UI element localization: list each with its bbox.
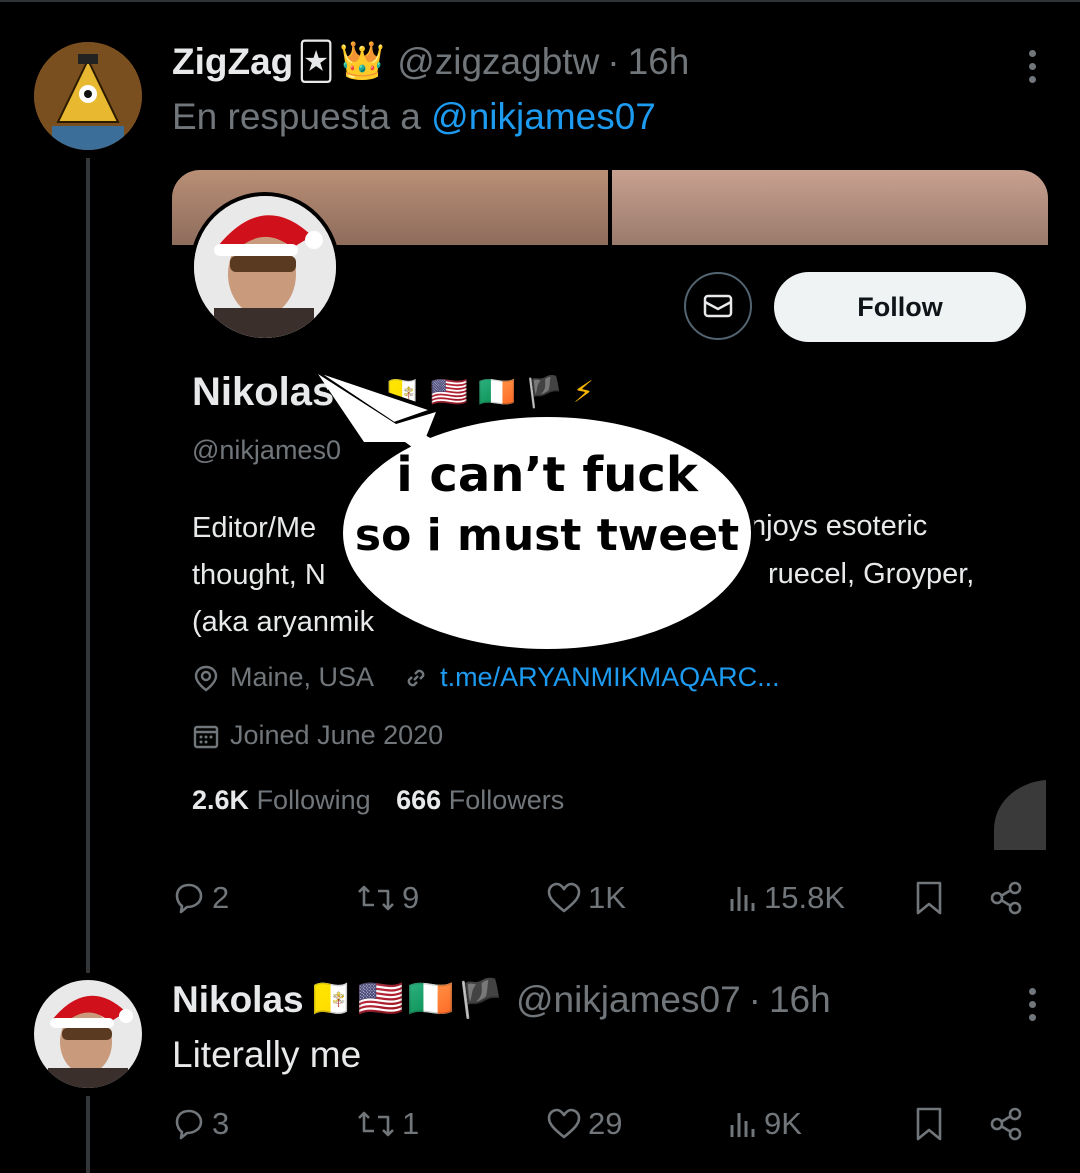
profile-joined-row: Joined June 2020 [192, 720, 443, 751]
message-icon [703, 294, 733, 318]
separator-dot: · [748, 978, 761, 1020]
joker-emoji: 🃏 [297, 41, 336, 82]
like-icon [547, 882, 581, 913]
profile-name-text: Nikola [192, 370, 313, 414]
scotland-flag: 🏴 [525, 376, 563, 409]
reply-prefix: En respuesta a [172, 96, 421, 137]
us-flag: 🇺🇸 [357, 978, 404, 1019]
ireland-flag: 🇮🇪 [407, 978, 454, 1019]
repost-count: 1 [402, 1106, 420, 1141]
tweet-text: Literally me [172, 1034, 362, 1075]
repost-icon [358, 885, 394, 911]
bubble-line-1: i can’t fuck [396, 447, 698, 503]
separator-dot: · [607, 40, 620, 82]
share-button[interactable] [988, 1106, 1024, 1142]
reply-mention[interactable]: @nikjames07 [431, 96, 656, 137]
profile-location: Maine, USA [230, 662, 375, 692]
reply-count: 2 [212, 880, 230, 915]
top-divider [0, 0, 1080, 2]
profile-avatar-image [194, 196, 336, 338]
thread-line [86, 158, 90, 973]
bookmark-button[interactable] [914, 1106, 944, 1142]
message-button[interactable] [684, 272, 752, 340]
avatar[interactable] [34, 980, 142, 1088]
like-count: 1K [588, 880, 626, 915]
followers-label: Followers [448, 785, 565, 815]
share-button[interactable] [988, 880, 1024, 916]
views-count: 15.8K [764, 880, 846, 915]
tweet-header: Nikolas 🇻🇦 🇺🇸 🇮🇪 🏴 @nikjames07 · 16h [172, 978, 831, 1021]
like-count: 29 [588, 1106, 623, 1141]
repost-count: 9 [402, 880, 420, 915]
bookmark-icon [916, 1107, 942, 1141]
bio-line-2-right: ruecel, Groyper, [768, 558, 975, 590]
more-icon[interactable] [1029, 988, 1036, 1021]
views-count: 9K [764, 1106, 802, 1141]
calendar-icon [193, 725, 219, 748]
repost-button[interactable]: 1 [356, 1106, 419, 1142]
views-button[interactable]: 15.8K [728, 880, 845, 916]
profile-joined: Joined June 2020 [230, 720, 444, 750]
following-label: Following [256, 785, 371, 815]
author-handle[interactable]: @nikjames07 [516, 979, 741, 1021]
reply-icon [175, 883, 203, 914]
more-icon[interactable] [1029, 50, 1036, 83]
banner-right [612, 170, 1048, 245]
bookmark-icon [916, 881, 942, 915]
repost-button[interactable]: 9 [356, 880, 419, 916]
follow-button[interactable]: Follow [774, 272, 1026, 342]
share-icon [990, 1107, 1022, 1141]
tweet-actions: 2 9 1K 15.8K [172, 880, 1032, 930]
scotland-flag: 🏴 [457, 978, 504, 1019]
like-icon [547, 1108, 581, 1139]
like-button[interactable]: 1K [546, 880, 626, 916]
avatar[interactable] [34, 42, 142, 150]
ireland-flag: 🇮🇪 [478, 376, 516, 409]
views-button[interactable]: 9K [728, 1106, 802, 1142]
reply-icon [175, 1109, 203, 1140]
avatar-image [34, 42, 142, 150]
location-icon [194, 665, 218, 691]
author-name[interactable]: ZigZag [172, 41, 293, 83]
reply-count: 3 [212, 1106, 230, 1141]
speech-bubble-text: i can’t fuck so i must tweet [338, 445, 756, 567]
bookmark-button[interactable] [914, 880, 944, 916]
timestamp[interactable]: 16h [628, 41, 690, 83]
lightning-emoji: ⚡ [572, 376, 594, 409]
tweet-actions: 3 1 29 9K [172, 1106, 1032, 1156]
avatar-image [34, 980, 142, 1088]
author-name[interactable]: Nikolas [172, 979, 304, 1021]
profile-avatar [190, 192, 340, 342]
crown-emoji: 👑 [339, 40, 386, 81]
views-icon [730, 1113, 755, 1137]
reply-button[interactable]: 2 [172, 880, 229, 916]
link-icon [407, 669, 425, 686]
profile-follow-stats: 2.6K Following 666 Followers [192, 785, 564, 816]
speech-bubble-tail [308, 366, 436, 442]
views-icon [730, 887, 755, 911]
tweet-header: ZigZag 🃏 👑 @zigzagbtw · 16h [172, 40, 689, 83]
author-handle[interactable]: @zigzagbtw [397, 41, 599, 83]
share-icon [990, 881, 1022, 915]
like-button[interactable]: 29 [546, 1106, 622, 1142]
bubble-line-2: so i must tweet [354, 510, 740, 561]
bio-line-1-right: njoys esoteric [750, 510, 928, 542]
profile-meta-row: Maine, USA t.me/ARYANMIKMAQARC... [192, 662, 780, 693]
reply-button[interactable]: 3 [172, 1106, 229, 1142]
following-count: 2.6K [192, 785, 250, 815]
reply-context: En respuesta a @nikjames07 [172, 96, 656, 138]
corner-leaf-shape [994, 780, 1046, 850]
followers-count: 666 [396, 785, 442, 815]
profile-link: t.me/ARYANMIKMAQARC... [440, 662, 780, 692]
repost-icon [358, 1111, 394, 1137]
vatican-flag: 🇻🇦 [307, 978, 354, 1019]
timestamp[interactable]: 16h [769, 979, 831, 1021]
thread-line [86, 1096, 90, 1173]
